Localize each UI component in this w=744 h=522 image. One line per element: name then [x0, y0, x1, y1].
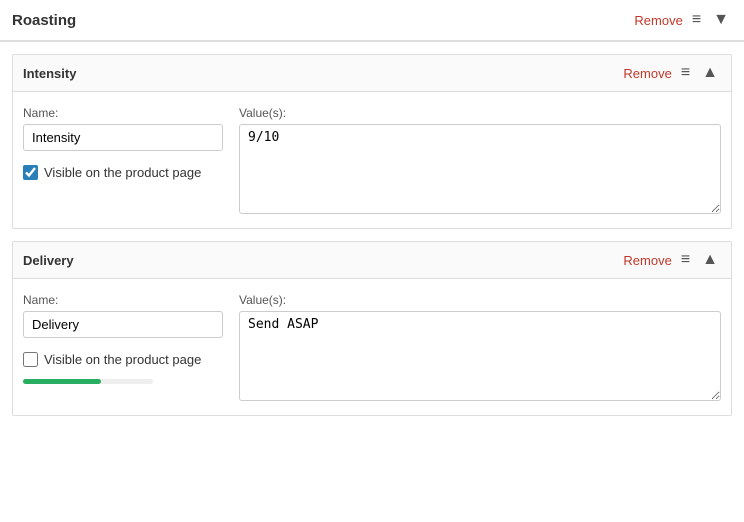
chevron-icon-intensity[interactable]: ▲	[699, 63, 721, 83]
menu-icon-intensity[interactable]: ≡	[678, 63, 693, 83]
values-textarea-intensity[interactable]: 9/10	[239, 124, 721, 214]
section-actions-delivery: Remove ≡ ▲	[623, 250, 721, 270]
top-chevron-icon[interactable]: ▼	[710, 10, 732, 30]
remove-button-delivery[interactable]: Remove	[623, 253, 671, 268]
values-group-delivery: Value(s): Send ASAP	[239, 293, 721, 401]
section-actions-intensity: Remove ≡ ▲	[623, 63, 721, 83]
top-header-title: Roasting	[12, 12, 76, 29]
values-group-intensity: Value(s): 9/10	[239, 106, 721, 214]
top-menu-icon[interactable]: ≡	[689, 10, 704, 30]
top-header: Roasting Remove ≡ ▼	[0, 0, 744, 42]
top-remove-button[interactable]: Remove	[634, 13, 682, 28]
progress-fill-delivery	[23, 379, 101, 384]
checkbox-row-delivery: Visible on the product page	[23, 352, 223, 367]
sub-section-header-delivery: Delivery Remove ≡ ▲	[13, 242, 731, 279]
sub-section-title-intensity: Intensity	[23, 66, 76, 81]
visible-label-delivery[interactable]: Visible on the product page	[44, 352, 201, 367]
form-row-intensity: Name: Visible on the product page Value(…	[23, 106, 721, 214]
visible-checkbox-delivery[interactable]	[23, 352, 38, 367]
name-group-intensity: Name: Visible on the product page	[23, 106, 223, 180]
chevron-icon-delivery[interactable]: ▲	[699, 250, 721, 270]
sub-section-body-delivery: Name: Visible on the product page Value(…	[13, 279, 731, 415]
name-label-delivery: Name:	[23, 293, 223, 307]
section-intensity: Intensity Remove ≡ ▲ Name: Visible on th…	[12, 54, 732, 229]
sub-section-body-intensity: Name: Visible on the product page Value(…	[13, 92, 731, 228]
name-input-intensity[interactable]	[23, 124, 223, 151]
values-label-delivery: Value(s):	[239, 293, 721, 307]
section-delivery: Delivery Remove ≡ ▲ Name: Visible on the…	[12, 241, 732, 416]
progress-container-delivery	[23, 379, 153, 384]
sub-section-header-intensity: Intensity Remove ≡ ▲	[13, 55, 731, 92]
values-label-intensity: Value(s):	[239, 106, 721, 120]
menu-icon-delivery[interactable]: ≡	[678, 250, 693, 270]
remove-button-intensity[interactable]: Remove	[623, 66, 671, 81]
visible-label-intensity[interactable]: Visible on the product page	[44, 165, 201, 180]
sections-container: Intensity Remove ≡ ▲ Name: Visible on th…	[0, 54, 744, 416]
form-row-delivery: Name: Visible on the product page Value(…	[23, 293, 721, 401]
top-header-actions: Remove ≡ ▼	[634, 10, 732, 30]
name-input-delivery[interactable]	[23, 311, 223, 338]
name-group-delivery: Name: Visible on the product page	[23, 293, 223, 384]
values-textarea-delivery[interactable]: Send ASAP	[239, 311, 721, 401]
checkbox-row-intensity: Visible on the product page	[23, 165, 223, 180]
name-label-intensity: Name:	[23, 106, 223, 120]
sub-section-title-delivery: Delivery	[23, 253, 74, 268]
visible-checkbox-intensity[interactable]	[23, 165, 38, 180]
